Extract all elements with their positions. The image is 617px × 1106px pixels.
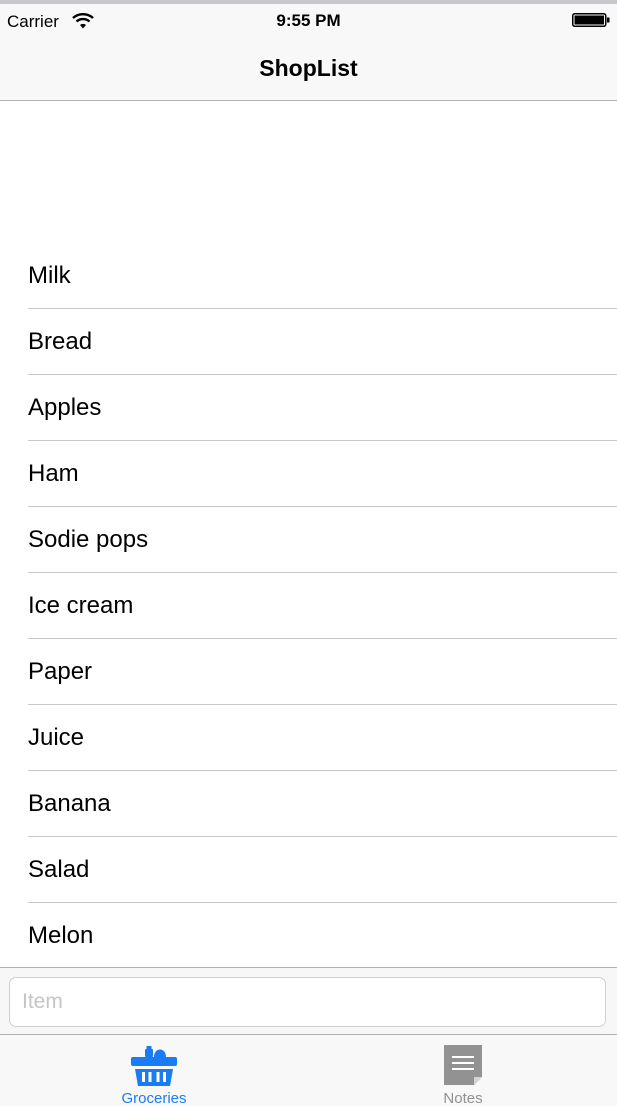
list-item[interactable]: Melon (0, 903, 617, 969)
battery-icon (572, 13, 610, 27)
status-bar: Carrier 9:55 PM (0, 4, 617, 36)
list-item-label: Juice (28, 724, 85, 751)
item-input[interactable] (9, 977, 606, 1027)
list-item-label: Banana (28, 790, 111, 817)
list-item-label: Ice cream (28, 592, 134, 619)
list-item[interactable]: Apples (0, 375, 617, 441)
list-item[interactable]: Banana (0, 771, 617, 837)
grocery-list: Milk Bread Apples Ham Sodie pops Ice cre… (0, 243, 617, 969)
list-item[interactable]: Bread (0, 309, 617, 375)
list-item-label: Sodie pops (28, 526, 149, 553)
list-item[interactable]: Ham (0, 441, 617, 507)
list-item[interactable]: Juice (0, 705, 617, 771)
list-item-label: Milk (28, 262, 71, 289)
list-item-label: Ham (28, 460, 79, 487)
list-item[interactable]: Ice cream (0, 573, 617, 639)
list-item-label: Salad (28, 856, 90, 883)
list-item-label: Melon (28, 922, 94, 949)
tab-notes[interactable]: Notes (309, 1035, 617, 1106)
list-item[interactable]: Milk (0, 243, 617, 309)
basket-icon (131, 1046, 177, 1086)
tab-groceries-label: Groceries (121, 1090, 187, 1106)
list-item[interactable]: Sodie pops (0, 507, 617, 573)
list-item-label: Paper (28, 658, 93, 685)
tab-groceries[interactable]: Groceries (0, 1035, 308, 1106)
list-item-label: Bread (28, 328, 93, 355)
tab-bar: Groceries Notes (0, 1034, 617, 1106)
list-item[interactable]: Salad (0, 837, 617, 903)
page-title: ShopList (259, 55, 358, 81)
tab-notes-label: Notes (443, 1090, 483, 1106)
navigation-bar: ShopList (0, 36, 617, 101)
add-item-bar (0, 967, 617, 1034)
notes-icon (444, 1045, 482, 1085)
list-item-label: Apples (28, 394, 102, 421)
list-item[interactable]: Paper (0, 639, 617, 705)
clock: 9:55 PM (276, 11, 341, 30)
